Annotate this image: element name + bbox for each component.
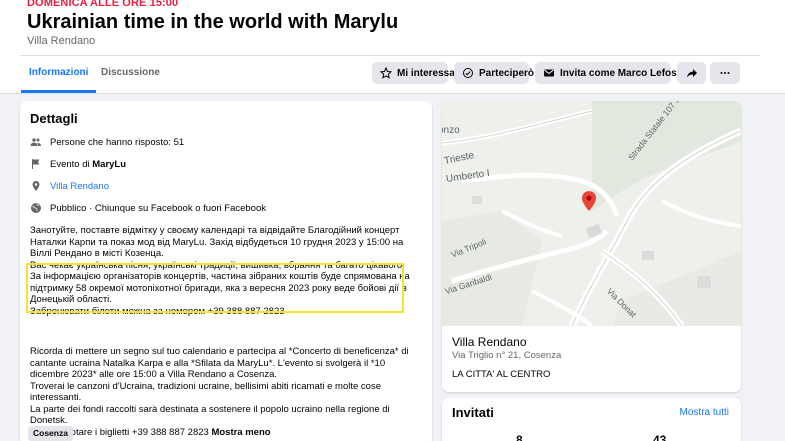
organizer-row: Evento di MaryLu xyxy=(30,158,126,170)
map-view[interactable]: Strada Statale 107 Silana Crotonese onzo… xyxy=(442,101,741,328)
more-options-button[interactable] xyxy=(710,62,740,84)
show-all-link[interactable]: Mostra tutti xyxy=(680,407,729,418)
invited-card: Invitati Mostra tutti 8 43 xyxy=(442,398,741,441)
desc-uk-paragraph-1: Занотуйте, поставте відмітку у своєму ка… xyxy=(30,225,404,259)
invited-count-a: 8 xyxy=(516,433,523,441)
header-divider xyxy=(20,55,760,56)
share-arrow-icon xyxy=(686,69,697,78)
event-date: DOMENICA ALLE ORE 15:00 xyxy=(27,0,179,9)
more-dots-icon xyxy=(720,72,730,74)
interested-button[interactable]: Mi interessa xyxy=(372,62,455,84)
show-less-link[interactable]: Mostra meno xyxy=(211,427,270,438)
map-pin-icon[interactable] xyxy=(582,191,596,211)
tab-informazioni[interactable]: Informazioni xyxy=(21,59,97,93)
map-graphic xyxy=(442,101,741,328)
flag-icon xyxy=(32,159,40,169)
location-card: Strada Statale 107 Silana Crotonese onzo… xyxy=(442,101,741,392)
tab-discussione[interactable]: Discussione xyxy=(93,59,168,93)
people-icon xyxy=(30,138,41,146)
privacy-text: Pubblico · Chiunque su Facebook o fuori … xyxy=(50,202,266,214)
location-row: Villa Rendano xyxy=(30,180,109,192)
organizer-name[interactable]: MaryLu xyxy=(92,159,126,170)
event-title: Ukrainian time in the world with Marylu xyxy=(27,11,399,33)
share-button[interactable] xyxy=(677,62,706,84)
location-link[interactable]: Villa Rendano xyxy=(50,181,109,192)
invited-title: Invitati xyxy=(452,405,494,420)
event-venue[interactable]: Villa Rendano xyxy=(27,35,95,47)
event-header: DOMENICA ALLE ORE 15:00 Ukrainian time i… xyxy=(0,0,785,94)
organizer-prefix: Evento di xyxy=(50,158,93,170)
location-address: Via Triglio n° 21, Cosenza xyxy=(452,350,562,361)
invited-count-b: 43 xyxy=(653,433,667,441)
responded-row: Persone che hanno risposto: 51 xyxy=(30,136,184,148)
map-label-onzo: onzo xyxy=(442,125,460,136)
responded-text: Persone che hanno risposto: 51 xyxy=(50,136,185,148)
location-extra: LA CITTA' AL CENTRO xyxy=(452,369,551,380)
globe-icon xyxy=(31,203,41,213)
invite-button[interactable]: Invita come Marco Lefosse xyxy=(535,62,688,84)
interested-label: Mi interessa xyxy=(397,67,455,79)
description-italian: Ricorda di mettere un segno sul tuo cale… xyxy=(30,346,426,438)
going-button[interactable]: Parteciperò xyxy=(454,62,534,84)
going-label: Parteciperò xyxy=(479,67,535,79)
desc-it-paragraph-2: Troverai le canzoni d'Ucraina, tradizion… xyxy=(30,380,381,404)
desc-it-paragraph-3: La parte dei fondi raccolti sarà destina… xyxy=(30,403,390,427)
location-title[interactable]: Villa Rendano xyxy=(452,335,527,349)
city-tag[interactable]: Cosenza xyxy=(28,426,73,441)
details-card: Dettagli Persone che hanno risposto: 51 … xyxy=(20,101,432,441)
desc-it-paragraph-1: Ricorda di mettere un segno sul tuo cale… xyxy=(30,346,409,380)
star-icon xyxy=(380,67,392,79)
highlight-box xyxy=(26,263,404,313)
check-circle-icon xyxy=(463,68,473,78)
envelope-icon xyxy=(544,69,554,77)
invite-label: Invita come Marco Lefosse xyxy=(560,67,688,79)
location-pin-icon xyxy=(32,181,40,191)
details-title: Dettagli xyxy=(30,111,78,126)
privacy-row: Pubblico · Chiunque su Facebook o fuori … xyxy=(30,202,266,214)
